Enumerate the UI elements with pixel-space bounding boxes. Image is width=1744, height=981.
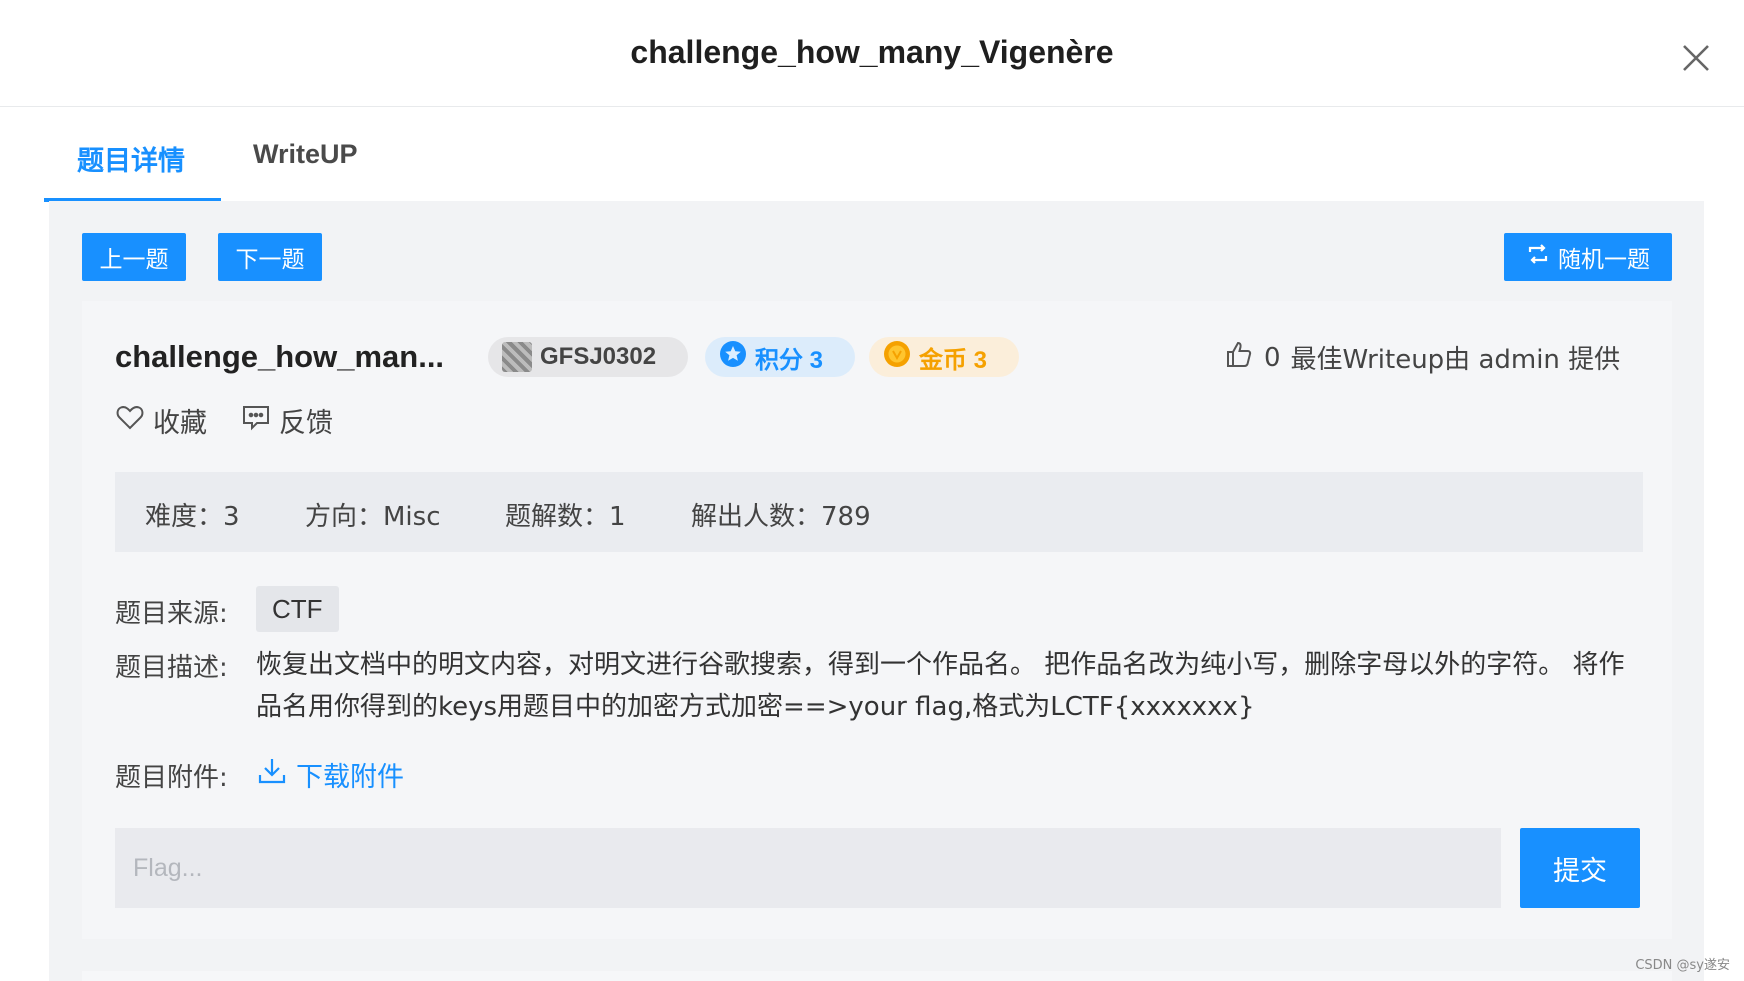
next-section-edge	[82, 971, 1672, 981]
avatar	[502, 342, 532, 372]
prev-challenge-button[interactable]: 上一题	[82, 233, 186, 281]
details-panel: 上一题 下一题 随机一题 challenge_how_man... GFSJ03…	[49, 201, 1704, 981]
feedback-icon	[241, 402, 271, 439]
stat-solutions: 题解数：1	[505, 502, 626, 532]
coin-badge: 金币 3	[869, 337, 1019, 377]
tab-bar: 题目详情 WriteUP	[44, 107, 1704, 203]
stat-difficulty: 难度：3	[145, 502, 240, 532]
challenge-card: challenge_how_man... GFSJ0302 积分 3 金币 3 …	[82, 301, 1672, 939]
description-label: 题目描述:	[115, 653, 228, 683]
description-text: 恢复出文档中的明文内容，对明文进行谷歌搜索，得到一个作品名。 把作品名改为纯小写…	[256, 650, 1625, 722]
feedback-button[interactable]: 反馈	[241, 401, 333, 440]
tab-details[interactable]: 题目详情	[77, 139, 185, 178]
score-badge: 积分 3	[705, 337, 855, 377]
attachment-label: 题目附件:	[115, 763, 228, 793]
close-icon[interactable]	[1678, 40, 1714, 76]
watermark: CSDN @sy遂安	[1635, 958, 1730, 973]
download-label: 下载附件	[296, 762, 404, 793]
tab-writeup[interactable]: WriteUP	[253, 139, 358, 170]
like-area: 0 最佳Writeup由 admin 提供	[1224, 339, 1620, 376]
score-label: 积分 3	[755, 346, 824, 374]
star-badge-icon	[719, 340, 747, 375]
challenge-name: challenge_how_man...	[115, 339, 445, 374]
favorite-label: 收藏	[153, 408, 207, 439]
thumbs-up-icon[interactable]	[1224, 339, 1254, 376]
source-tag: CTF	[256, 586, 339, 632]
submit-button[interactable]: 提交	[1520, 828, 1640, 908]
source-label: 题目来源:	[115, 599, 228, 629]
dialog-title: challenge_how_many_Vigenère	[630, 34, 1114, 70]
download-icon	[256, 755, 288, 794]
next-challenge-button[interactable]: 下一题	[218, 233, 322, 281]
card-actions: 收藏 反馈	[115, 401, 333, 440]
flag-input[interactable]	[115, 828, 1501, 908]
challenge-code: GFSJ0302	[540, 343, 657, 370]
shuffle-icon	[1526, 242, 1550, 272]
download-attachment-link[interactable]: 下载附件	[256, 755, 404, 794]
best-writeup-text: 最佳Writeup由 admin 提供	[1290, 345, 1621, 375]
challenge-code-badge: GFSJ0302	[488, 337, 688, 377]
dialog-header: challenge_how_many_Vigenère	[0, 0, 1744, 107]
feedback-label: 反馈	[279, 408, 333, 439]
heart-icon	[115, 402, 145, 439]
coin-label: 金币 3	[919, 346, 988, 374]
stat-direction: 方向：Misc	[305, 502, 441, 532]
like-count: 0	[1264, 342, 1281, 373]
random-challenge-label: 随机一题	[1558, 247, 1650, 273]
stat-solvers: 解出人数：789	[691, 502, 871, 532]
coin-icon	[883, 340, 911, 375]
stats-bar: 难度：3 方向：Misc 题解数：1 解出人数：789	[115, 472, 1643, 552]
favorite-button[interactable]: 收藏	[115, 401, 207, 440]
random-challenge-button[interactable]: 随机一题	[1504, 233, 1672, 281]
